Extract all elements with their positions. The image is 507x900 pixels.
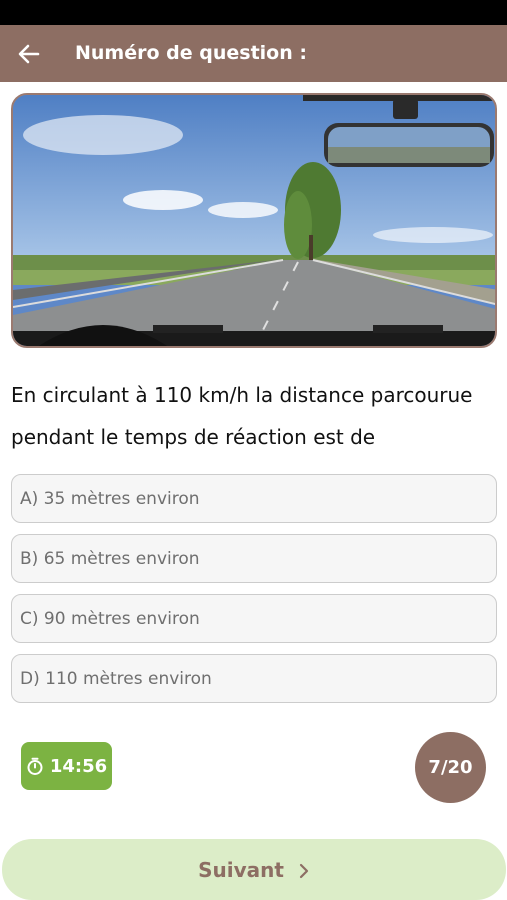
status-bar [0, 0, 507, 25]
timer-badge: 14:56 [21, 742, 112, 790]
page-title: Numéro de question : [75, 42, 307, 64]
answer-options: A) 35 mètres environ B) 65 mètres enviro… [11, 474, 497, 714]
top-app-bar: Numéro de question : [0, 25, 507, 82]
next-button[interactable]: Suivant [2, 839, 506, 900]
question-counter: 7/20 [415, 732, 486, 803]
answer-option-a[interactable]: A) 35 mètres environ [11, 474, 497, 523]
question-image [11, 93, 497, 348]
answer-option-d[interactable]: D) 110 mètres environ [11, 654, 497, 703]
question-text: En circulant à 110 km/h la distance parc… [11, 383, 473, 449]
answer-option-c[interactable]: C) 90 mètres environ [11, 594, 497, 643]
timer-value: 14:56 [49, 755, 108, 777]
back-arrow-icon[interactable] [16, 41, 42, 67]
stopwatch-icon [26, 757, 44, 775]
chevron-right-icon [298, 861, 310, 879]
next-button-label: Suivant [198, 857, 284, 882]
answer-option-b[interactable]: B) 65 mètres environ [11, 534, 497, 583]
